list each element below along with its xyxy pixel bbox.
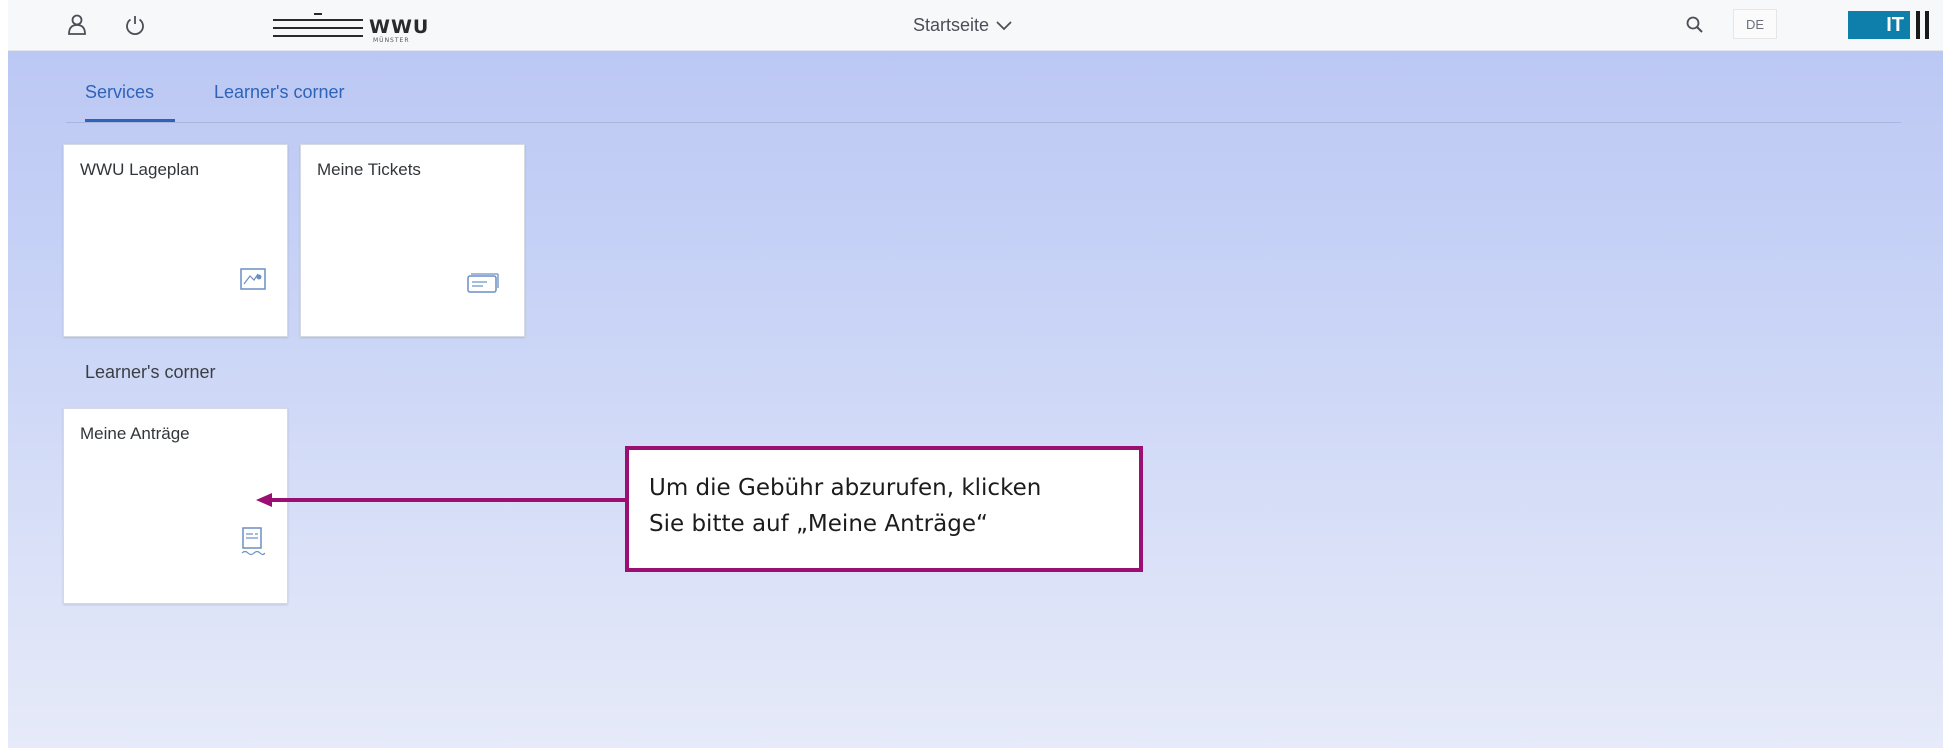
tab-learners-corner[interactable]: Learner's corner [214, 82, 345, 103]
wwu-logo[interactable]: WWU MÜNSTER [273, 6, 443, 46]
it-logo-text: IT [1886, 13, 1904, 36]
it-logo-block: IT [1848, 11, 1910, 39]
tile-meine-tickets[interactable]: Meine Tickets [300, 144, 525, 337]
section-title-learners-corner: Learner's corner [85, 362, 216, 382]
tile-meine-antraege[interactable]: Meine Anträge [63, 408, 288, 604]
power-icon [126, 16, 144, 36]
map-icon [240, 268, 266, 290]
logo-subtext: MÜNSTER [373, 37, 410, 44]
it-logo-bar [1916, 11, 1920, 39]
user-button[interactable] [60, 8, 94, 42]
receipt-icon [241, 527, 265, 556]
chevron-down-icon [996, 21, 1012, 31]
it-logo-bar [1925, 11, 1929, 39]
ticket-icon [467, 273, 499, 293]
language-switch[interactable]: DE [1733, 9, 1777, 39]
tile-title: WWU Lageplan [80, 160, 200, 179]
annotation-line-1: Um die Gebühr abzurufen, klicken [649, 475, 1042, 501]
annotation-arrow [256, 493, 628, 507]
tile-title: Meine Tickets [317, 160, 421, 179]
tile-title: Meine Anträge [80, 424, 190, 443]
logout-button[interactable] [118, 8, 152, 42]
search-icon [1686, 16, 1703, 33]
page-title: Startseite [913, 14, 990, 35]
search-button[interactable] [1678, 8, 1712, 42]
tab-selected-indicator [85, 119, 175, 122]
tab-bar: Services Learner's corner [66, 60, 1901, 123]
page-title-menu[interactable]: Startseite [913, 12, 1013, 38]
it-logo: IT [1848, 6, 1938, 44]
annotation-line-2: Sie bitte auf „Meine Anträge“ [649, 511, 988, 537]
launchpad: WWU MÜNSTER Startseite DE IT Services Le… [8, 0, 1943, 750]
wwu-logo-mark [273, 10, 363, 37]
shell-bar: WWU MÜNSTER Startseite DE IT [8, 0, 1943, 51]
tab-services[interactable]: Services [85, 82, 154, 103]
logo-text: WWU [369, 16, 430, 38]
annotation-callout: Um die Gebühr abzurufen, klicken Sie bit… [625, 446, 1143, 572]
user-icon [68, 14, 86, 35]
tile-wwu-lageplan[interactable]: WWU Lageplan [63, 144, 288, 337]
